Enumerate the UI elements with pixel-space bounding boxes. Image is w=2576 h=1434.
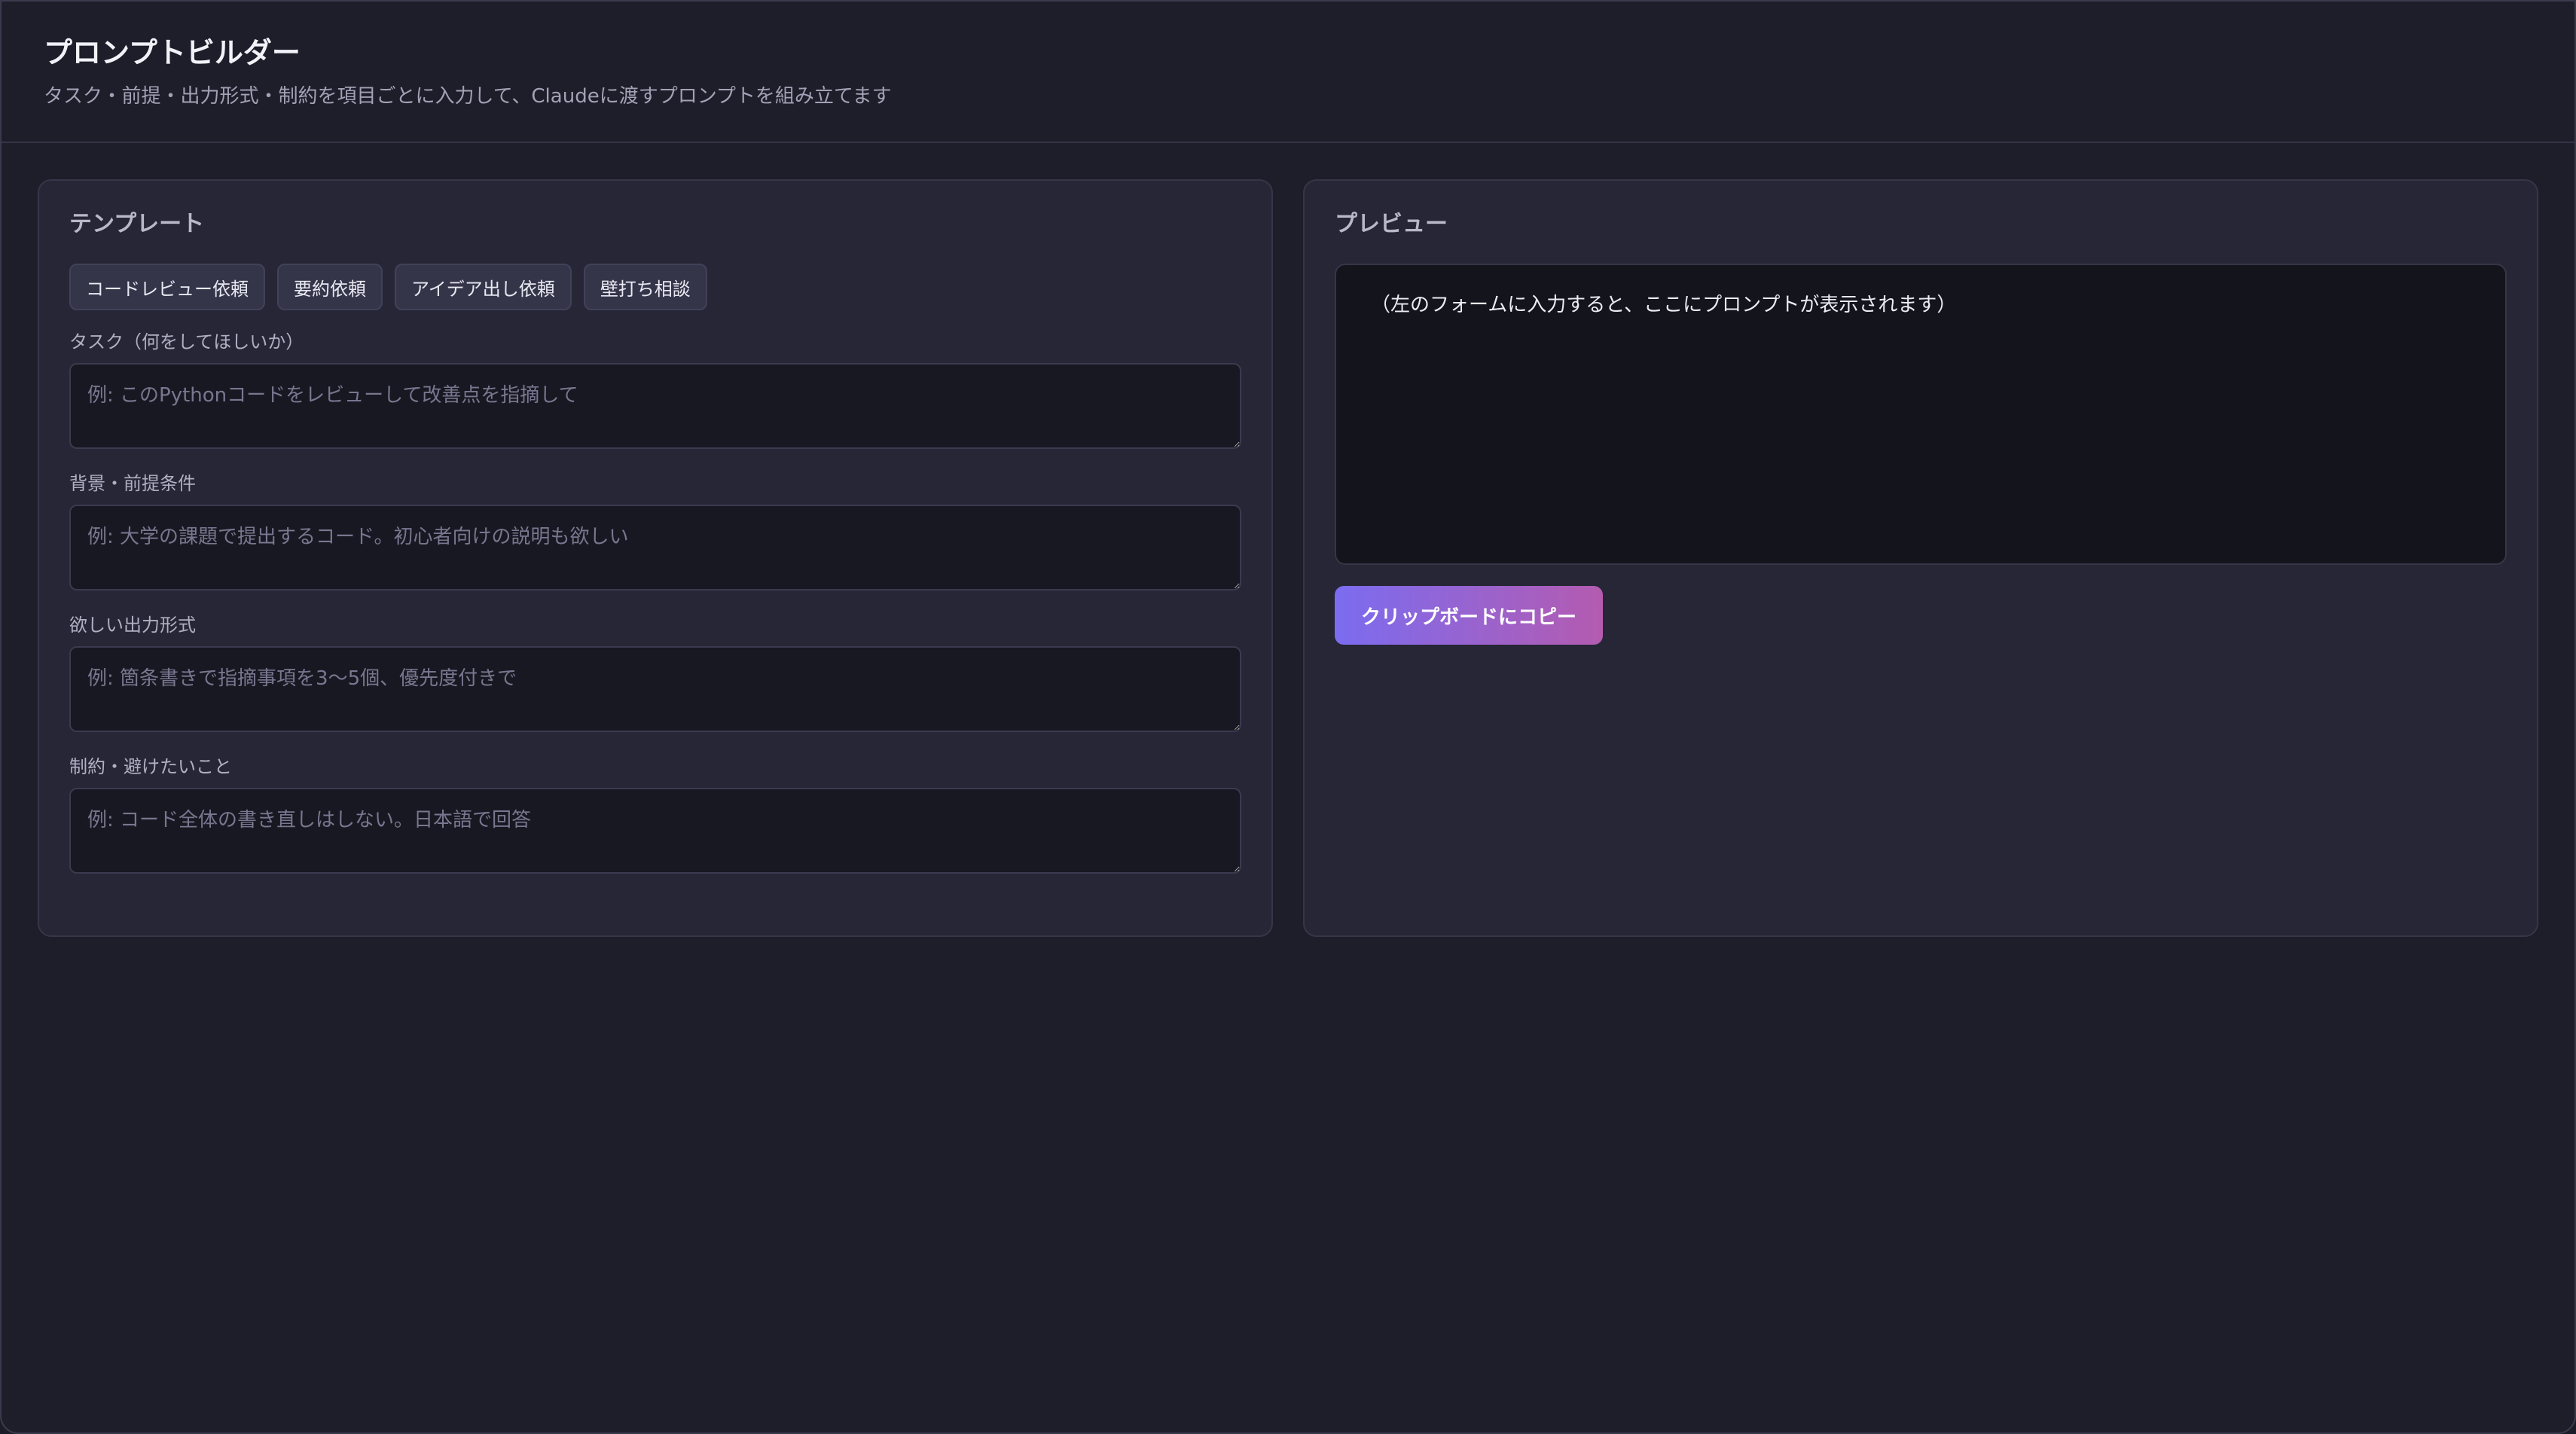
output-format-label: 欲しい出力形式 <box>69 615 196 636</box>
copy-to-clipboard-button[interactable]: クリップボードにコピー <box>1335 586 1603 645</box>
page-title: プロンプトビルダー <box>44 36 301 69</box>
page-subtitle: タスク・前提・出力形式・制約を項目ごとに入力して、Claudeに渡すプロンプトを… <box>44 85 892 108</box>
background-input[interactable] <box>69 505 1241 590</box>
constraints-field: 制約・避けたいこと <box>69 755 1241 877</box>
template-consult-button[interactable]: 壁打ち相談 <box>583 264 707 310</box>
page-header: プロンプトビルダー タスク・前提・出力形式・制約を項目ごとに入力して、Claud… <box>2 2 2574 143</box>
constraints-label: 制約・避けたいこと <box>69 756 232 777</box>
preview-panel: プレビュー （左のフォームに入力すると、ここにプロンプトが表示されます） クリッ… <box>1303 179 2538 937</box>
form-panel: テンプレート コードレビュー依頼 要約依頼 アイデア出し依頼 壁打ち相談 タスク… <box>38 179 1273 937</box>
template-buttons: コードレビュー依頼 要約依頼 アイデア出し依頼 壁打ち相談 <box>69 264 1241 310</box>
app-window: プロンプトビルダー タスク・前提・出力形式・制約を項目ごとに入力して、Claud… <box>0 0 2576 1434</box>
task-label: タスク（何をしてほしいか） <box>69 331 304 352</box>
template-summary-button[interactable]: 要約依頼 <box>277 264 383 310</box>
background-field: 背景・前提条件 <box>69 471 1241 593</box>
preview-output: （左のフォームに入力すると、ここにプロンプトが表示されます） <box>1335 264 2507 565</box>
output-format-input[interactable] <box>69 646 1241 732</box>
output-format-field: 欲しい出力形式 <box>69 613 1241 735</box>
background-label: 背景・前提条件 <box>69 473 196 494</box>
template-section-title: テンプレート <box>69 211 205 237</box>
preview-title: プレビュー <box>1335 211 1448 237</box>
task-input[interactable] <box>69 363 1241 449</box>
task-field: タスク（何をしてほしいか） <box>69 330 1241 452</box>
main-panels: テンプレート コードレビュー依頼 要約依頼 アイデア出し依頼 壁打ち相談 タスク… <box>38 179 2538 937</box>
template-idea-button[interactable]: アイデア出し依頼 <box>395 264 572 310</box>
template-code-review-button[interactable]: コードレビュー依頼 <box>69 264 265 310</box>
constraints-input[interactable] <box>69 788 1241 874</box>
